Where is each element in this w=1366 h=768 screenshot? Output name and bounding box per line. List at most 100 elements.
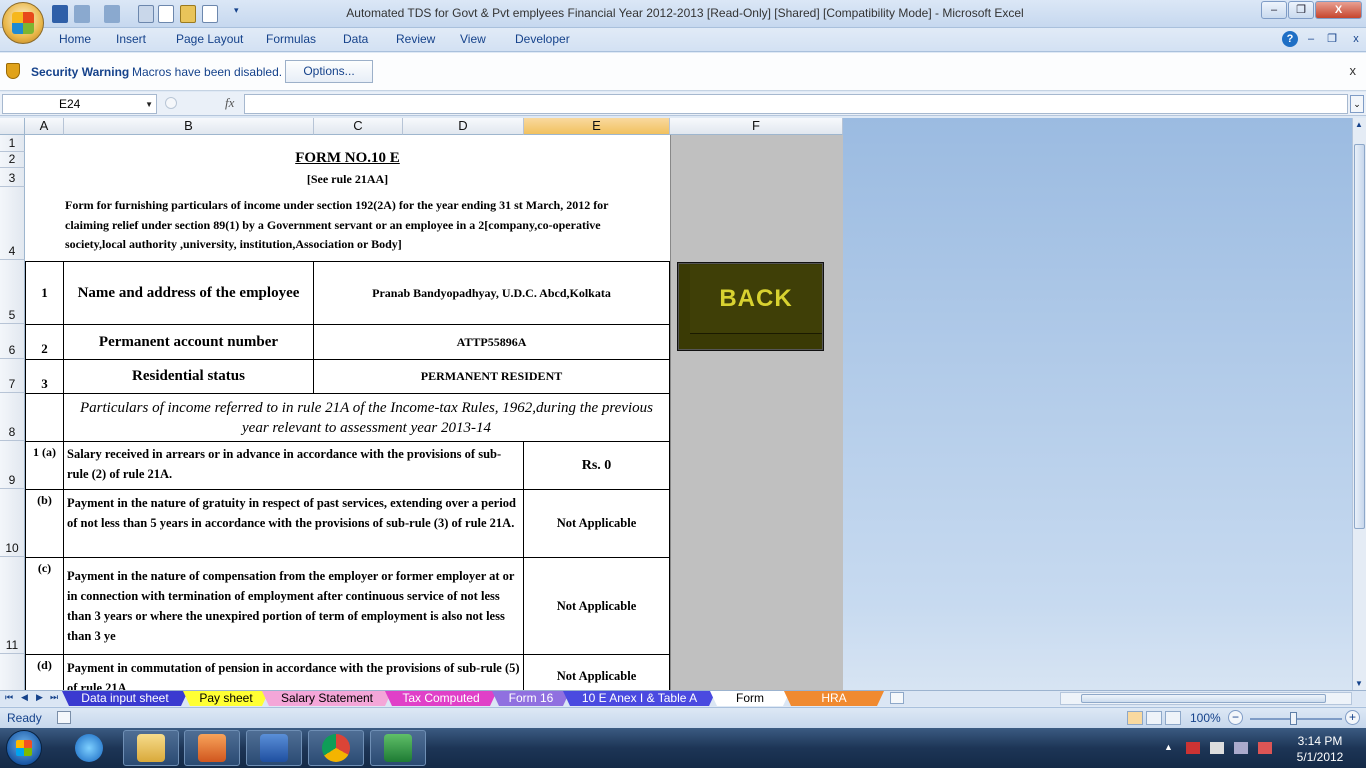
options-button[interactable]: Options...	[285, 60, 373, 83]
network-icon[interactable]	[1234, 742, 1248, 754]
horizontal-scrollbar[interactable]	[1060, 692, 1352, 705]
zoom-level[interactable]: 100%	[1190, 711, 1221, 725]
insert-worksheet-icon[interactable]	[890, 692, 904, 704]
action-center-icon[interactable]	[1186, 742, 1200, 754]
back-button[interactable]: BACK	[677, 262, 824, 351]
row-header-3[interactable]: 3	[0, 168, 25, 187]
item-c-value[interactable]: Not Applicable	[523, 557, 670, 655]
tab-insert[interactable]: Insert	[116, 32, 146, 46]
undo-icon[interactable]	[74, 5, 90, 23]
close-message-bar-icon[interactable]: x	[1350, 63, 1357, 78]
sheet-tab-data-input[interactable]: Data input sheet	[62, 691, 188, 706]
field-2-value[interactable]: ATTP55896A	[313, 324, 670, 360]
system-clock[interactable]: 3:14 PM 5/1/2012	[1285, 733, 1355, 765]
tab-page-layout[interactable]: Page Layout	[176, 32, 243, 46]
tab-formulas[interactable]: Formulas	[266, 32, 316, 46]
tab-view[interactable]: View	[460, 32, 486, 46]
volume-icon[interactable]	[1210, 742, 1224, 754]
save-icon[interactable]	[52, 5, 68, 23]
row-header-9[interactable]: 9	[0, 441, 25, 489]
row-header-6[interactable]: 6	[0, 324, 25, 359]
row-header-8[interactable]: 8	[0, 393, 25, 441]
field-3-value[interactable]: PERMANENT RESIDENT	[313, 359, 670, 394]
power-icon[interactable]	[1258, 742, 1272, 754]
taskbar-excel[interactable]	[370, 730, 426, 766]
workbook-minimize-button[interactable]: –	[1303, 31, 1319, 47]
customize-qat-icon[interactable]: ▾	[234, 5, 244, 23]
field-1-value[interactable]: Pranab Bandyopadhyay, U.D.C. Abcd,Kolkat…	[313, 261, 670, 325]
chevron-down-icon[interactable]: ▼	[145, 96, 153, 114]
redo-icon[interactable]	[104, 5, 120, 23]
sheet-tab-form-16[interactable]: Form 16	[492, 691, 570, 706]
taskbar-word[interactable]	[246, 730, 302, 766]
vertical-scroll-thumb[interactable]	[1354, 144, 1365, 529]
sheet-tab-form-10e[interactable]: Form 10E	[710, 691, 790, 706]
column-header-f[interactable]: F	[670, 118, 843, 135]
last-sheet-icon[interactable]: ⏭	[50, 692, 58, 703]
workbook-close-button[interactable]: x	[1348, 31, 1364, 47]
show-hidden-icons-icon[interactable]: ▲	[1164, 742, 1173, 752]
macro-record-icon[interactable]	[57, 711, 71, 724]
zoom-out-icon[interactable]: −	[1228, 710, 1243, 725]
page-layout-view-icon[interactable]	[1146, 711, 1162, 725]
column-header-b[interactable]: B	[64, 118, 314, 135]
quick-print-icon[interactable]	[202, 5, 218, 23]
scroll-up-icon[interactable]: ▲	[1355, 120, 1363, 129]
taskbar-explorer[interactable]	[123, 730, 179, 766]
row-header-11[interactable]: 11	[0, 557, 25, 654]
tab-review[interactable]: Review	[396, 32, 435, 46]
sheet-tab-tax-computed[interactable]: Tax Computed	[385, 691, 497, 706]
print-preview-icon[interactable]	[138, 5, 154, 23]
page-break-view-icon[interactable]	[1165, 711, 1181, 725]
open-folder-icon[interactable]	[180, 5, 196, 23]
close-button[interactable]: X	[1315, 1, 1362, 19]
formula-cancel-icon[interactable]	[165, 97, 177, 109]
sheet-tab-10e-anex[interactable]: 10 E Anex I & Table A	[563, 691, 716, 706]
first-sheet-icon[interactable]: ⏮	[5, 692, 13, 703]
next-sheet-icon[interactable]: ▶	[36, 692, 43, 703]
expand-formula-bar-icon[interactable]: ⌄	[1350, 95, 1364, 113]
formula-input[interactable]	[244, 94, 1348, 114]
column-header-a[interactable]: A	[25, 118, 64, 135]
minimize-button[interactable]: –	[1261, 1, 1287, 19]
name-box[interactable]: E24 ▼	[2, 94, 157, 114]
insert-function-icon[interactable]: fx	[225, 95, 234, 111]
start-button[interactable]	[6, 730, 42, 766]
row-header-12[interactable]	[0, 654, 25, 690]
tab-data[interactable]: Data	[343, 32, 368, 46]
workbook-restore-button[interactable]: ❐	[1324, 31, 1340, 47]
row-header-5[interactable]: 5	[0, 260, 25, 324]
sheet-tab-pay-sheet[interactable]: Pay sheet	[183, 691, 269, 706]
taskbar-chrome[interactable]	[308, 730, 364, 766]
scroll-down-icon[interactable]: ▼	[1355, 679, 1363, 688]
column-header-e[interactable]: E	[524, 118, 670, 135]
help-icon[interactable]: ?	[1282, 31, 1298, 47]
horizontal-scroll-thumb[interactable]	[1081, 694, 1326, 703]
zoom-slider-thumb[interactable]	[1290, 712, 1297, 725]
new-document-icon[interactable]	[158, 5, 174, 23]
column-header-c[interactable]: C	[314, 118, 403, 135]
select-all-corner[interactable]	[0, 118, 25, 135]
taskbar-media-player[interactable]	[184, 730, 240, 766]
row-header-10[interactable]: 10	[0, 489, 25, 557]
normal-view-icon[interactable]	[1127, 711, 1143, 725]
vertical-scrollbar[interactable]: ▲ ▼	[1352, 118, 1366, 690]
column-header-d[interactable]: D	[403, 118, 524, 135]
office-button[interactable]	[2, 2, 44, 44]
item-b-value[interactable]: Not Applicable	[523, 489, 670, 558]
restore-button[interactable]: ❐	[1288, 1, 1314, 19]
prev-sheet-icon[interactable]: ◀	[21, 692, 28, 703]
sheet-tab-salary-statement[interactable]: Salary Statement	[262, 691, 392, 706]
tab-home[interactable]: Home	[59, 32, 91, 46]
row-header-2[interactable]: 2	[0, 152, 25, 168]
row-header-7[interactable]: 7	[0, 359, 25, 393]
zoom-in-icon[interactable]: +	[1345, 710, 1360, 725]
sheet-tab-hra-calcul[interactable]: HRA CALCUL	[784, 691, 884, 706]
tab-developer[interactable]: Developer	[515, 32, 570, 46]
taskbar-ie[interactable]	[61, 730, 117, 766]
item-a-value[interactable]: Rs. 0	[523, 441, 670, 490]
clock-date: 5/1/2012	[1296, 750, 1344, 764]
row-header-4[interactable]: 4	[0, 187, 25, 260]
item-d-value[interactable]: Not Applicable	[523, 654, 670, 690]
row-header-1[interactable]: 1	[0, 135, 25, 152]
